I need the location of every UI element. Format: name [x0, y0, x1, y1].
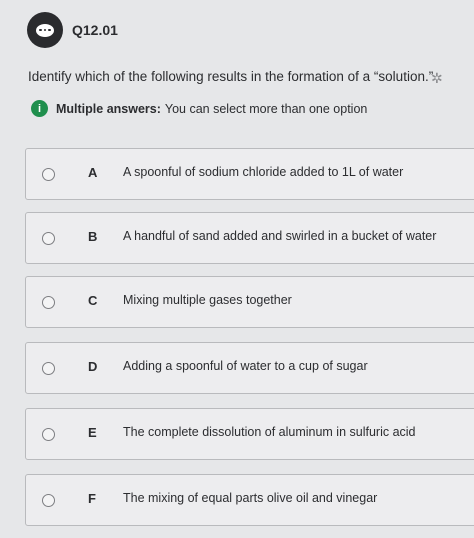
option-text: Adding a spoonful of water to a cup of s…	[123, 359, 368, 373]
option-c[interactable]: C Mixing multiple gases together	[25, 276, 474, 328]
option-letter: B	[88, 229, 98, 244]
option-text: A handful of sand added and swirled in a…	[123, 229, 437, 243]
option-c-checkbox[interactable]	[42, 296, 55, 309]
option-text: A spoonful of sodium chloride added to 1…	[123, 165, 404, 179]
hint-text: You can select more than one option	[164, 101, 368, 116]
option-letter: A	[88, 165, 98, 180]
chat-bubble-icon	[27, 12, 63, 48]
question-header: Q12.01	[0, 0, 474, 60]
option-text: The mixing of equal parts olive oil and …	[123, 491, 378, 505]
option-a-checkbox[interactable]	[42, 168, 55, 181]
option-a[interactable]: A A spoonful of sodium chloride added to…	[25, 148, 474, 200]
option-letter: F	[88, 491, 96, 506]
option-letter: D	[88, 359, 98, 374]
option-text: The complete dissolution of aluminum in …	[123, 425, 416, 439]
hint-label: Multiple answers:	[56, 101, 161, 116]
option-d[interactable]: D Adding a spoonful of water to a cup of…	[25, 342, 474, 394]
option-e-checkbox[interactable]	[42, 428, 55, 441]
option-e[interactable]: E The complete dissolution of aluminum i…	[25, 408, 474, 460]
option-letter: C	[88, 293, 98, 308]
option-text: Mixing multiple gases together	[123, 293, 292, 307]
option-letter: E	[88, 425, 97, 440]
option-f-checkbox[interactable]	[42, 494, 55, 507]
multiple-answers-hint: i Multiple answers: You can select more …	[31, 100, 367, 117]
option-b[interactable]: B A handful of sand added and swirled in…	[25, 212, 474, 264]
question-prompt: Identify which of the following results …	[28, 69, 434, 84]
info-icon: i	[31, 100, 48, 117]
option-b-checkbox[interactable]	[42, 232, 55, 245]
star-icon[interactable]: ✲	[431, 70, 443, 87]
option-d-checkbox[interactable]	[42, 362, 55, 375]
question-id: Q12.01	[72, 22, 118, 38]
option-f[interactable]: F The mixing of equal parts olive oil an…	[25, 474, 474, 526]
